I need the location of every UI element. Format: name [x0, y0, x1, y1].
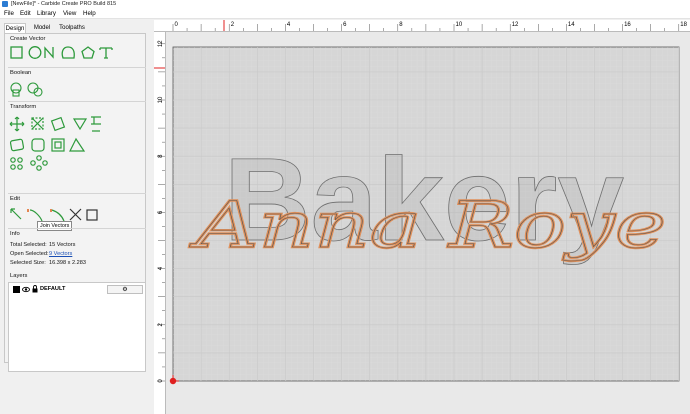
fillet-icon[interactable]: [31, 138, 45, 152]
boolean-tools: [10, 82, 43, 97]
section-info: Info: [10, 231, 20, 237]
transform-tools: [9, 116, 101, 171]
circular-array-icon[interactable]: [36, 155, 42, 161]
open-selected-label: Open Selected:: [10, 251, 49, 257]
align-icon[interactable]: [91, 116, 101, 132]
canvas-area: 0 2 4 6 8 10 12 14 16 18 12 10 8 6 4 2 0 Bakery Anna Ro…: [154, 20, 690, 414]
ruler-x-label: 10: [456, 22, 463, 28]
menu-view[interactable]: View: [63, 9, 76, 19]
ruler-x-label: 8: [399, 22, 403, 28]
section-edit: Edit: [10, 196, 20, 202]
lock-icon[interactable]: [32, 285, 38, 293]
outline-icon[interactable]: [51, 138, 65, 152]
layer-color-swatch[interactable]: [13, 286, 20, 293]
ruler-y-label: 0: [158, 379, 164, 383]
app-icon: [2, 1, 8, 7]
polygon-icon[interactable]: [81, 46, 95, 59]
curve-icon[interactable]: [61, 46, 75, 59]
close-vector-icon[interactable]: [69, 208, 82, 221]
mirror-icon[interactable]: [72, 118, 88, 131]
ruler-y-label: 2: [158, 322, 164, 326]
smooth-icon[interactable]: [29, 209, 43, 222]
design-workspace[interactable]: Bakery Anna Roye Anna Roye: [166, 32, 690, 414]
open-selected-link[interactable]: 9 Vectors: [49, 251, 72, 257]
divider: [8, 101, 146, 102]
rotate-icon[interactable]: [50, 116, 66, 132]
menu-edit[interactable]: Edit: [20, 9, 31, 19]
ruler-horizontal: 0 2 4 6 8 10 12 14 16 18: [154, 20, 690, 32]
bounding-box-icon[interactable]: [86, 209, 98, 221]
create-vector-tools: [10, 46, 113, 59]
ruler-y-label: 8: [158, 154, 164, 158]
trim-icon[interactable]: [69, 137, 86, 152]
tab-design[interactable]: Design: [4, 23, 26, 33]
ruler-y-label: 12: [158, 40, 164, 47]
sidebar: Design Model Toolpaths Create Vector Boo…: [0, 20, 150, 414]
ruler-y-label: 10: [158, 96, 164, 103]
window-title: [NewFile]* - Carbide Create PRO Build 81…: [11, 1, 117, 7]
design-canvas[interactable]: Bakery Anna Roye Anna Roye: [166, 32, 690, 414]
tooltip: Join Vectors: [37, 221, 73, 231]
node-edit-icon[interactable]: [10, 208, 22, 220]
tab-toolpaths[interactable]: Toolpaths: [57, 23, 87, 33]
menu-help[interactable]: Help: [83, 9, 96, 19]
ruler-vertical: 12 10 8 6 4 2 0: [154, 32, 166, 414]
layer-name: DEFAULT: [40, 286, 66, 292]
menu-file[interactable]: File: [4, 9, 14, 19]
join-vectors-icon[interactable]: [51, 209, 65, 222]
text-icon[interactable]: [99, 47, 113, 59]
info-total-selected: Total Selected: 15 Vectors: [10, 242, 75, 248]
ruler-y-label: 4: [158, 266, 164, 270]
section-create-vector: Create Vector: [10, 36, 46, 42]
section-layers: Layers: [10, 273, 28, 279]
ruler-x-label: 2: [231, 22, 235, 28]
divider: [8, 193, 146, 194]
move-icon[interactable]: [9, 116, 25, 132]
selected-size-label: Selected Size:: [10, 260, 46, 266]
info-open-selected: Open Selected: 9 Vectors: [10, 251, 72, 257]
array-icon[interactable]: [10, 157, 16, 163]
total-selected-label: Total Selected:: [10, 242, 47, 248]
tab-model[interactable]: Model: [31, 23, 53, 33]
menu-bar: File Edit Library View Help: [0, 9, 690, 19]
divider: [8, 228, 146, 229]
ruler-y-label: 6: [158, 210, 164, 214]
selected-size-value: 16.398 x 2.283: [49, 260, 87, 266]
layers-panel: DEFAULT ⚙: [8, 282, 146, 372]
menu-library[interactable]: Library: [37, 9, 56, 19]
section-transform: Transform: [10, 104, 37, 110]
title-bar: [NewFile]* - Carbide Create PRO Build 81…: [0, 0, 690, 9]
offset-icon[interactable]: [9, 138, 25, 152]
ruler-x-label: 6: [343, 22, 347, 28]
ruler-x-label: 12: [512, 22, 519, 28]
ruler-x-label: 16: [624, 22, 631, 28]
info-selected-size: Selected Size: 16.398 x 2.283: [10, 260, 86, 266]
ruler-x-label: 4: [287, 22, 291, 28]
circle-icon[interactable]: [28, 46, 42, 59]
section-boolean: Boolean: [10, 70, 32, 76]
divider: [8, 67, 146, 68]
ruler-x-label: 0: [175, 22, 179, 28]
layer-row[interactable]: DEFAULT ⚙: [11, 285, 145, 294]
rectangle-icon[interactable]: [10, 46, 23, 59]
ruler-x-label: 18: [680, 22, 687, 28]
ruler-x-label: 14: [568, 22, 575, 28]
layer-settings-button[interactable]: ⚙: [107, 285, 143, 294]
polyline-icon[interactable]: [44, 46, 54, 59]
total-selected-value: 15 Vectors: [49, 242, 76, 248]
script-text-outline: Anna Roye: [189, 189, 666, 263]
gear-icon: ⚙: [122, 287, 128, 293]
eye-icon[interactable]: [22, 286, 30, 293]
